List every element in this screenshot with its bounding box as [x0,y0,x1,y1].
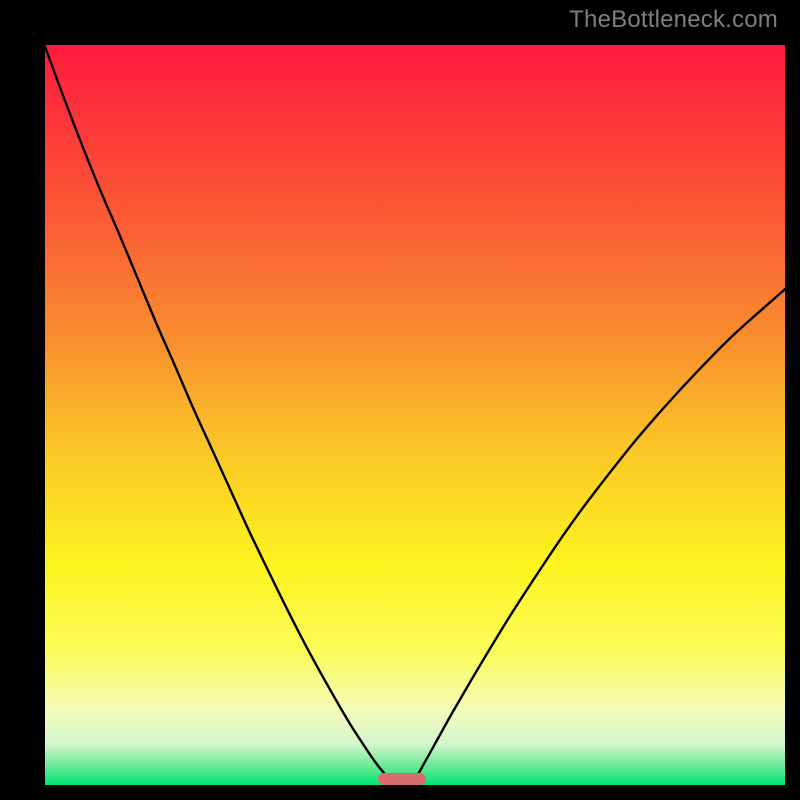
curve-right-branch [415,289,785,778]
bottleneck-curve [45,45,785,785]
watermark-text: TheBottleneck.com [569,6,778,34]
chart-frame [15,15,785,785]
optimal-marker [378,773,426,785]
plot-area [45,45,785,785]
curve-left-branch [45,46,389,778]
